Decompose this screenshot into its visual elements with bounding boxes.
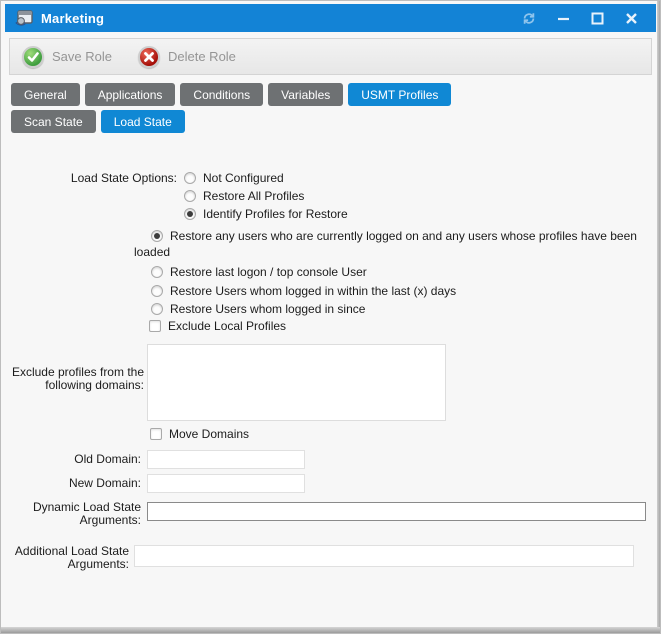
radio-icon-selected[interactable]: [151, 230, 163, 242]
exclude-domains-textarea[interactable]: [147, 344, 446, 421]
save-check-icon: [22, 46, 44, 68]
window-right-edge: [657, 1, 660, 633]
titlebar: Marketing: [5, 4, 656, 32]
delete-role-button[interactable]: Delete Role: [138, 46, 236, 68]
exclude-domains-label: Exclude profiles from the following doma…: [1, 366, 144, 392]
refresh-icon[interactable]: [522, 11, 536, 25]
radio-option-restore-all-profiles[interactable]: Restore All Profiles: [184, 189, 348, 202]
old-domain-input[interactable]: [147, 450, 305, 469]
load-state-options-label: Load State Options:: [1, 172, 177, 185]
radio-icon-selected[interactable]: [184, 208, 196, 220]
tab-scan-state[interactable]: Scan State: [11, 110, 96, 133]
dynamic-load-state-arguments-input[interactable]: [147, 502, 646, 521]
tab-load-state[interactable]: Load State: [101, 110, 185, 133]
checkbox-icon[interactable]: [149, 320, 161, 332]
minimize-icon[interactable]: [556, 11, 570, 25]
additional-load-state-arguments-input[interactable]: [134, 545, 634, 567]
load-state-options-group: Not Configured Restore All Profiles Iden…: [184, 171, 348, 225]
radio-option-restore-logged-on-users[interactable]: Restore any users who are currently logg…: [134, 228, 651, 260]
window-bottom-edge: [1, 627, 660, 633]
window-title: Marketing: [41, 11, 104, 26]
dynamic-args-label: Dynamic Load State Arguments:: [1, 501, 141, 527]
toolbar: Save Role Delete Role: [9, 38, 652, 75]
main-tab-bar: General Applications Conditions Variable…: [11, 83, 451, 106]
app-window-icon: [15, 10, 33, 26]
radio-option-identify-profiles[interactable]: Identify Profiles for Restore: [184, 207, 348, 220]
radio-icon[interactable]: [151, 303, 163, 315]
tab-variables[interactable]: Variables: [268, 83, 343, 106]
radio-icon[interactable]: [151, 266, 163, 278]
tab-usmt-profiles[interactable]: USMT Profiles: [348, 83, 451, 106]
radio-icon[interactable]: [151, 285, 163, 297]
radio-icon[interactable]: [184, 190, 196, 202]
additional-args-label: Additional Load State Arguments:: [1, 545, 129, 571]
old-domain-label: Old Domain:: [1, 453, 141, 466]
radio-option-not-configured[interactable]: Not Configured: [184, 171, 348, 184]
exclude-local-profiles-checkbox[interactable]: Exclude Local Profiles: [149, 319, 286, 333]
window-controls: [522, 11, 646, 25]
radio-icon[interactable]: [184, 172, 196, 184]
checkbox-icon[interactable]: [150, 428, 162, 440]
delete-role-label: Delete Role: [168, 49, 236, 64]
tab-conditions[interactable]: Conditions: [180, 83, 263, 106]
close-icon[interactable]: [624, 11, 638, 25]
radio-option-restore-since[interactable]: Restore Users whom logged in since: [134, 301, 651, 317]
new-domain-label: New Domain:: [1, 477, 141, 490]
tab-general[interactable]: General: [11, 83, 80, 106]
move-domains-checkbox[interactable]: Move Domains: [150, 427, 249, 441]
delete-x-icon: [138, 46, 160, 68]
tab-applications[interactable]: Applications: [85, 83, 176, 106]
save-role-label: Save Role: [52, 49, 112, 64]
radio-option-restore-last-x-days[interactable]: Restore Users whom logged in within the …: [134, 283, 651, 299]
radio-option-restore-last-logon[interactable]: Restore last logon / top console User: [134, 264, 651, 280]
new-domain-input[interactable]: [147, 474, 305, 493]
save-role-button[interactable]: Save Role: [22, 46, 112, 68]
maximize-icon[interactable]: [590, 11, 604, 25]
app-window: Marketing: [0, 0, 661, 634]
sub-tab-bar: Scan State Load State: [11, 110, 185, 133]
